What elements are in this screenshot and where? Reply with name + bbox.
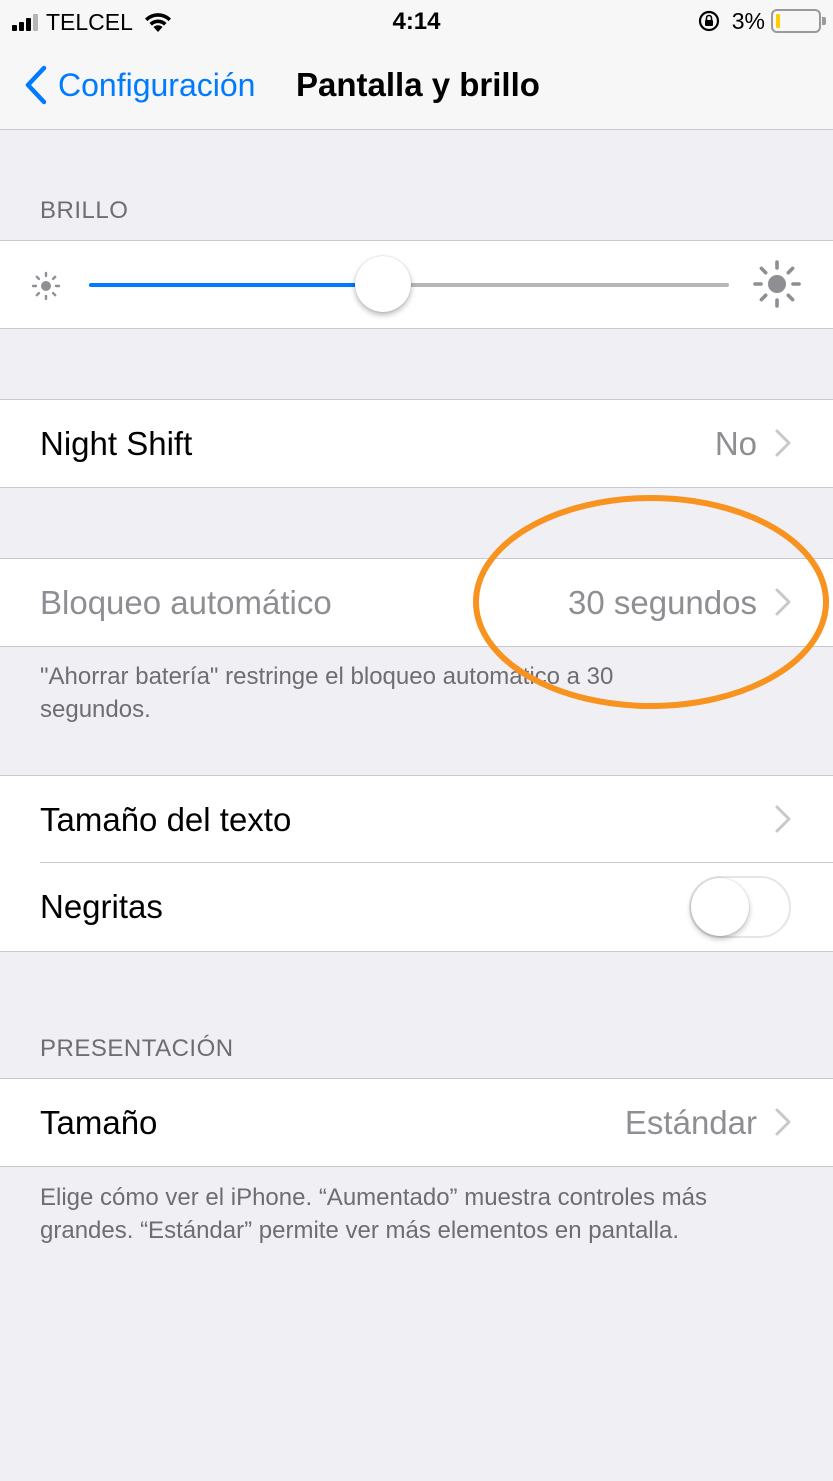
bold-text-label: Negritas xyxy=(40,887,163,925)
display-zoom-row[interactable]: Tamaño Estándar xyxy=(0,1079,833,1166)
sun-small-icon xyxy=(31,271,61,301)
brightness-slider-fill xyxy=(89,283,384,287)
night-shift-group: Night Shift No xyxy=(0,399,833,488)
display-zoom-label: Tamaño xyxy=(40,1103,158,1141)
text-settings-group: Tamaño del texto Negritas xyxy=(0,775,833,952)
display-zoom-group: Tamaño Estándar xyxy=(0,1078,833,1167)
orientation-lock-icon xyxy=(698,10,719,32)
auto-lock-row[interactable]: Bloqueo automático 30 segundos xyxy=(0,559,833,646)
status-bar: TELCEL 4:14 3% xyxy=(0,0,833,44)
brightness-group xyxy=(0,240,833,329)
display-zoom-header: PRESENTACIÓN xyxy=(40,1035,234,1062)
back-button[interactable]: Configuración xyxy=(24,62,255,108)
chevron-left-icon xyxy=(25,65,47,105)
toggle-knob xyxy=(691,878,749,936)
navigation-bar: Configuración Pantalla y brillo xyxy=(0,44,833,130)
page-title: Pantalla y brillo xyxy=(296,66,540,103)
auto-lock-footer: "Ahorrar batería" restringe el bloqueo a… xyxy=(40,663,614,723)
bold-text-row: Negritas xyxy=(0,863,833,950)
night-shift-row[interactable]: Night Shift No xyxy=(0,400,833,487)
chevron-right-icon xyxy=(775,429,791,457)
chevron-right-icon xyxy=(775,588,791,616)
chevron-right-icon xyxy=(775,1108,791,1136)
display-zoom-value: Estándar xyxy=(624,1103,757,1141)
night-shift-label: Night Shift xyxy=(40,424,193,462)
bold-text-toggle[interactable] xyxy=(689,876,791,938)
display-zoom-footer: Elige cómo ver el iPhone. “Aumentado” mu… xyxy=(40,1184,707,1244)
battery-percent: 3% xyxy=(731,7,765,34)
chevron-right-icon xyxy=(775,805,791,833)
status-right: 3% xyxy=(698,7,826,35)
battery-icon xyxy=(771,9,826,33)
back-button-label: Configuración xyxy=(58,66,256,103)
auto-lock-group: Bloqueo automático 30 segundos xyxy=(0,558,833,647)
auto-lock-value: 30 segundos xyxy=(568,583,757,621)
brightness-header: BRILLO xyxy=(40,197,129,224)
brightness-slider-thumb[interactable] xyxy=(355,256,412,312)
brightness-slider-row xyxy=(0,241,833,328)
text-size-label: Tamaño del texto xyxy=(40,800,292,838)
auto-lock-label: Bloqueo automático xyxy=(40,583,332,621)
sun-large-icon xyxy=(753,260,801,308)
text-size-row[interactable]: Tamaño del texto xyxy=(0,776,833,863)
night-shift-value: No xyxy=(714,424,757,462)
